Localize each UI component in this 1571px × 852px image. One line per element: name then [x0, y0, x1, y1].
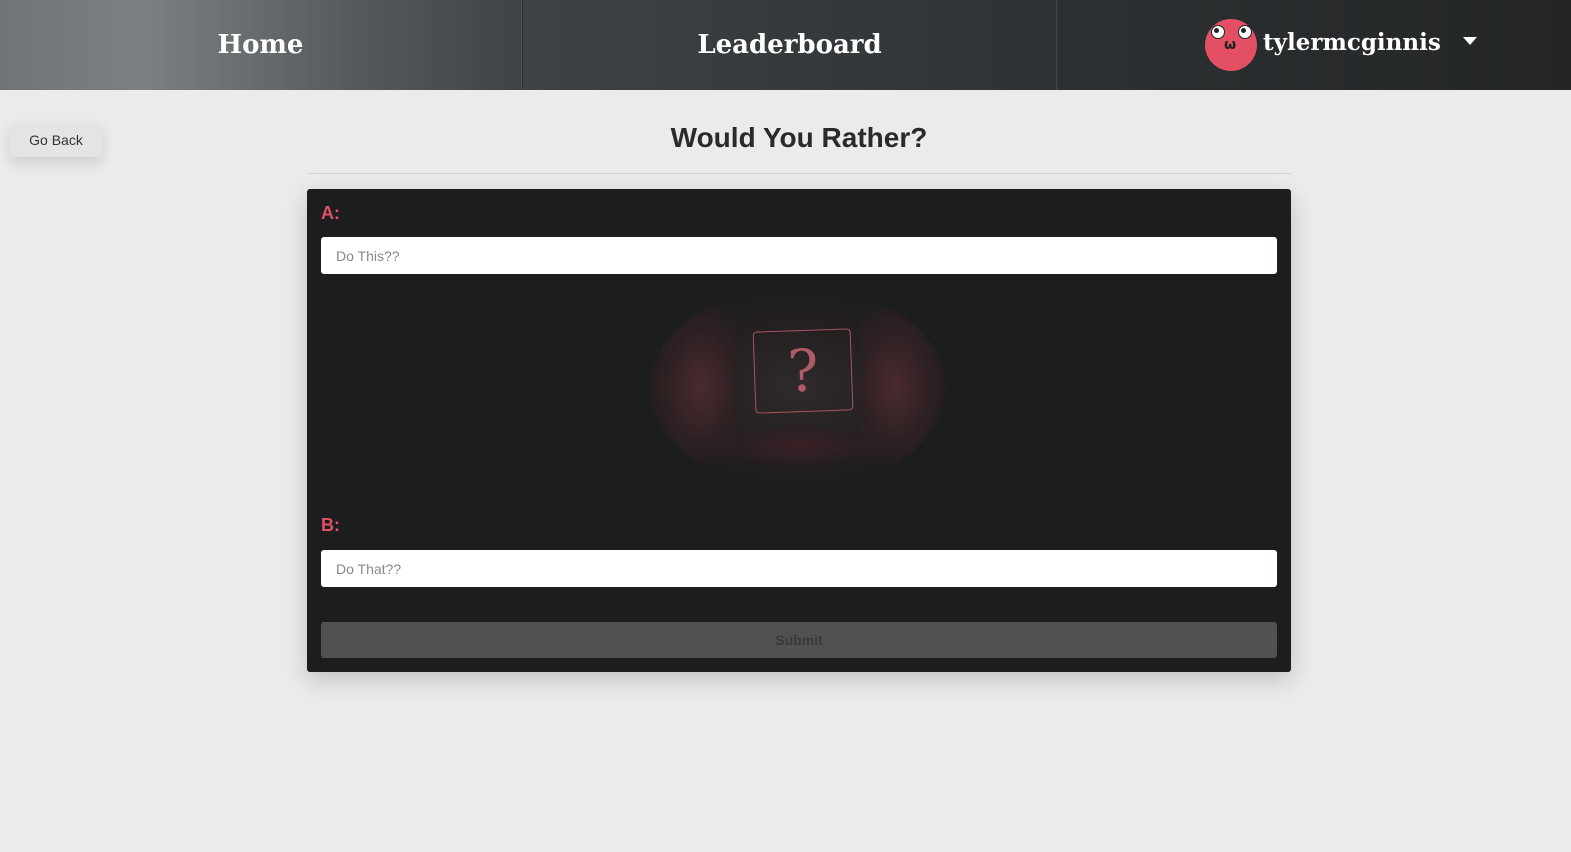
option-a-label: A:	[321, 203, 340, 223]
avatar-right-eye	[1238, 25, 1252, 39]
page-title: Would You Rather?	[670, 122, 928, 153]
go-back-button[interactable]: Go Back	[10, 123, 102, 157]
username: tylermcginnis	[1263, 28, 1441, 56]
avatar: ω	[1205, 19, 1257, 71]
avatar-left-eye	[1211, 25, 1225, 39]
nav-leaderboard-label: Leaderboard	[697, 30, 882, 60]
user-menu[interactable]: ω tylermcginnis	[1057, 0, 1571, 90]
top-nav: Home Leaderboard ω tylermcginnis	[0, 0, 1571, 90]
nav-home-link[interactable]: Home	[0, 0, 522, 90]
question-mark-image: ?	[650, 286, 946, 489]
option-b-input[interactable]	[321, 550, 1277, 587]
title-divider	[307, 173, 1291, 174]
nav-leaderboard-link[interactable]: Leaderboard	[522, 0, 1057, 90]
submit-button[interactable]: Submit	[321, 622, 1277, 658]
option-b-label: B:	[321, 515, 340, 535]
option-a-input[interactable]	[321, 237, 1277, 274]
new-question-card: A: ? B: Submit	[307, 189, 1291, 672]
go-back-label: Go Back	[29, 132, 83, 148]
question-mark-icon: ?	[752, 328, 854, 414]
chevron-down-icon[interactable]	[1462, 37, 1477, 45]
hero-floor	[720, 426, 876, 466]
nav-home-label: Home	[217, 30, 304, 60]
avatar-mouth: ω	[1224, 37, 1237, 53]
